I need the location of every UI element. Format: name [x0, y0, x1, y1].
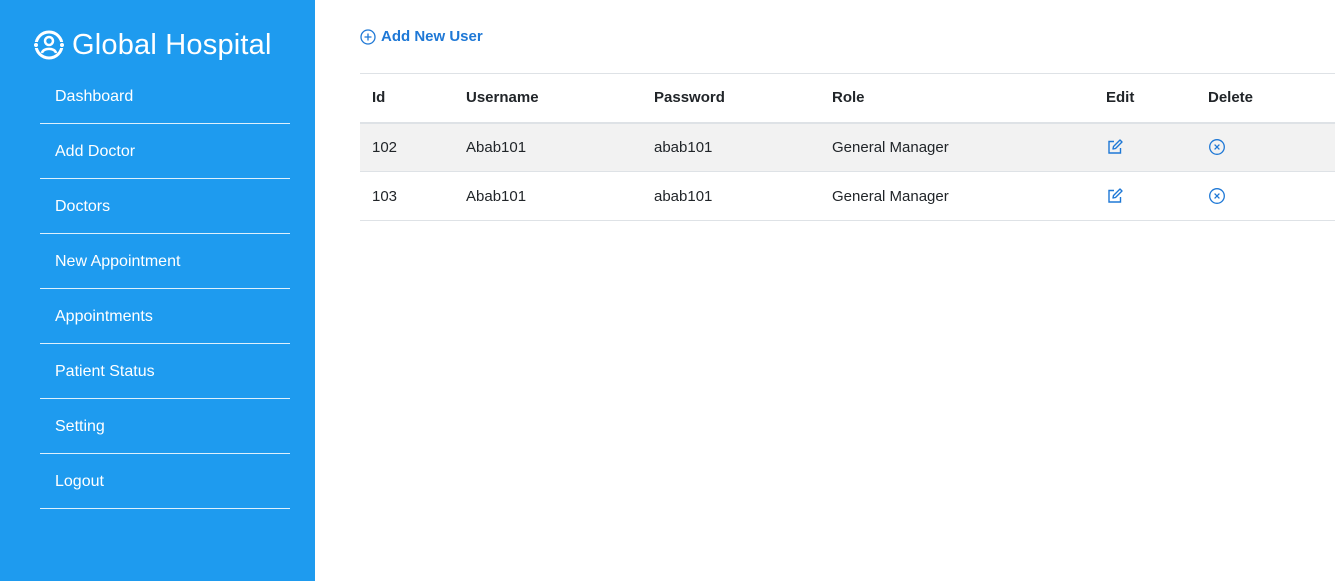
plus-circle-icon: [360, 28, 376, 45]
table-header-row: Id Username Password Role Edit Delete: [360, 73, 1335, 123]
add-new-user-label: Add New User: [381, 28, 483, 45]
main-content: Add New User Id Username Password Role E…: [315, 0, 1344, 581]
sidebar-item-label: Appointments: [55, 308, 153, 325]
table-header: Id Username Password Role Edit Delete: [360, 73, 1335, 123]
column-header-delete: Delete: [1208, 89, 1254, 107]
sidebar-item-new-appointment[interactable]: New Appointment: [40, 234, 290, 289]
column-header-id: Id: [372, 89, 386, 107]
hospital-user-icon: [33, 30, 65, 60]
brand[interactable]: Global Hospital: [33, 28, 272, 62]
sidebar-item-label: Doctors: [55, 198, 111, 215]
column-header-edit: Edit: [1106, 89, 1135, 107]
sidebar-item-label: New Appointment: [55, 253, 181, 270]
sidebar-item-doctors[interactable]: Doctors: [40, 179, 290, 234]
sidebar-item-label: Add Doctor: [55, 143, 136, 160]
column-header-role: Role: [832, 89, 865, 107]
cell-id: 102: [360, 122, 454, 172]
sidebar-item-label: Logout: [55, 473, 104, 490]
sidebar: Global Hospital Dashboard Add Doctor Doc…: [0, 0, 315, 581]
add-new-user-link[interactable]: Add New User: [360, 28, 483, 45]
edit-icon[interactable]: [1106, 187, 1124, 205]
cell-id: 103: [360, 171, 454, 221]
sidebar-item-label: Patient Status: [55, 363, 155, 380]
cell-edit: [1094, 171, 1196, 221]
sidebar-item-dashboard[interactable]: Dashboard: [40, 69, 290, 124]
column-header-username: Username: [466, 89, 539, 107]
cell-delete: [1196, 122, 1335, 172]
cell-password: abab101: [642, 171, 820, 221]
sidebar-item-logout[interactable]: Logout: [40, 454, 290, 509]
cell-delete: [1196, 171, 1335, 221]
x-circle-icon[interactable]: [1208, 138, 1226, 156]
sidebar-item-label: Dashboard: [55, 88, 134, 105]
sidebar-item-add-doctor[interactable]: Add Doctor: [40, 124, 290, 179]
cell-role: General Manager: [820, 171, 1094, 221]
table-body: 102 Abab101 abab101 General Manager 103 …: [360, 122, 1335, 221]
table-row: 103 Abab101 abab101 General Manager: [360, 171, 1335, 221]
cell-username: Abab101: [454, 122, 642, 172]
x-circle-icon[interactable]: [1208, 187, 1226, 205]
cell-username: Abab101: [454, 171, 642, 221]
edit-icon[interactable]: [1106, 138, 1124, 156]
table-row: 102 Abab101 abab101 General Manager: [360, 122, 1335, 172]
sidebar-item-patient-status[interactable]: Patient Status: [40, 344, 290, 399]
sidebar-nav: Dashboard Add Doctor Doctors New Appoint…: [40, 69, 290, 509]
cell-edit: [1094, 122, 1196, 172]
cell-role: General Manager: [820, 122, 1094, 172]
cell-password: abab101: [642, 122, 820, 172]
sidebar-item-label: Setting: [55, 418, 105, 435]
brand-title: Global Hospital: [72, 28, 272, 61]
sidebar-item-appointments[interactable]: Appointments: [40, 289, 290, 344]
sidebar-item-setting[interactable]: Setting: [40, 399, 290, 454]
users-table: Id Username Password Role Edit Delete 10…: [360, 73, 1335, 221]
column-header-password: Password: [654, 89, 725, 107]
